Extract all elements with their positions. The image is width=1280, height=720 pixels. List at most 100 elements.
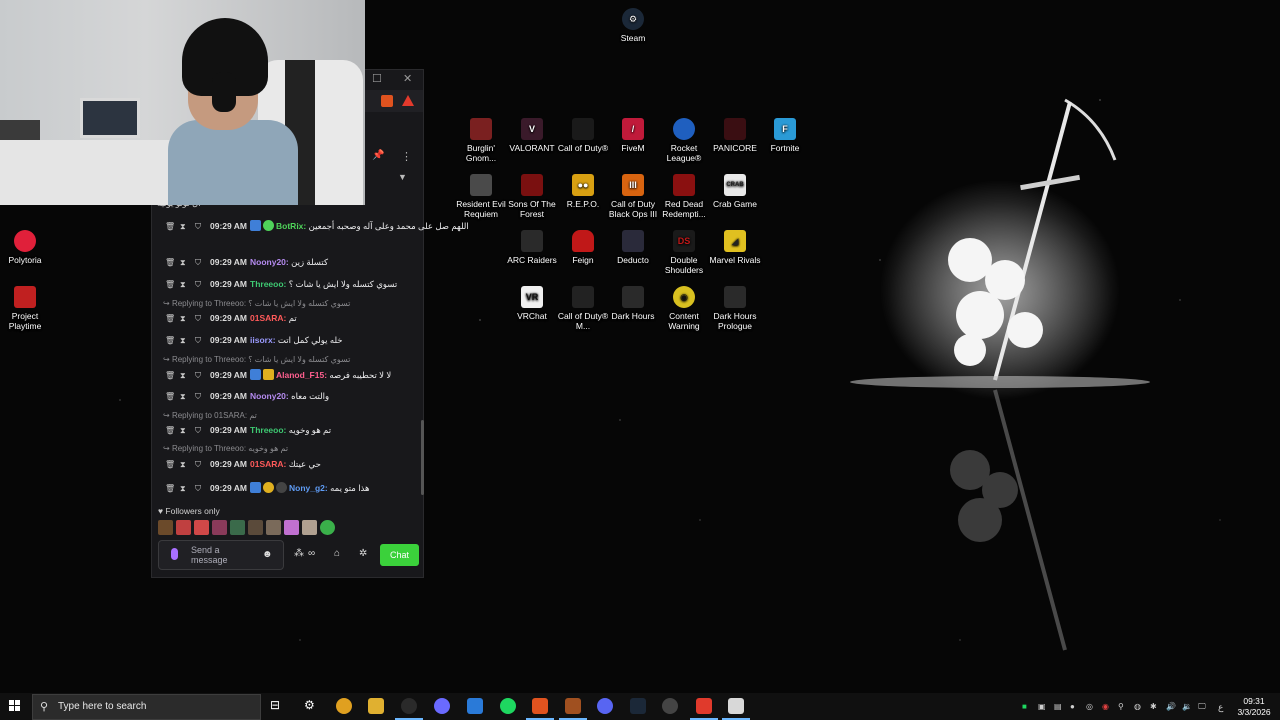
file-explorer-icon[interactable] xyxy=(368,698,384,714)
chat-scrollbar[interactable] xyxy=(421,420,424,495)
steam-taskbar-icon[interactable] xyxy=(630,698,646,714)
microsoft-store-icon[interactable] xyxy=(467,698,483,714)
brave-icon[interactable] xyxy=(381,95,393,107)
brave-rewards-icon[interactable] xyxy=(402,95,414,106)
bits-icon[interactable]: ⁂ xyxy=(294,548,304,559)
desktop-icon-valorant[interactable]: V VALORANT xyxy=(505,118,559,153)
maximize-icon[interactable]: ☐ xyxy=(372,72,382,85)
timeout-icon[interactable]: ⧗ xyxy=(180,335,188,346)
tray-app-icon[interactable]: ▤ xyxy=(1054,702,1062,711)
shield-icon[interactable]: ⛉ xyxy=(195,425,203,436)
timeout-icon[interactable]: ⧗ xyxy=(180,257,188,268)
gear-icon[interactable]: ✲ xyxy=(359,548,367,559)
emote[interactable] xyxy=(230,520,245,535)
desktop-icon-double-shoulders[interactable]: DS Double Shoulders xyxy=(657,230,711,275)
timeout-icon[interactable]: ⧗ xyxy=(180,459,188,470)
delete-icon[interactable]: 🗑 xyxy=(165,221,175,232)
desktop-icon-polytoria[interactable]: Polytoria xyxy=(0,230,52,265)
steam-tray-icon[interactable]: ◍ xyxy=(1134,702,1141,711)
desktop-icon-call-of-duty[interactable]: Call of Duty® xyxy=(556,118,610,153)
tray-app-icon[interactable]: ◉ xyxy=(1102,702,1109,711)
discord-ptb-icon[interactable] xyxy=(434,698,450,714)
window-app-icon[interactable] xyxy=(722,698,750,720)
desktop-icon-panicore[interactable]: PANICORE xyxy=(708,118,762,153)
delete-icon[interactable]: 🗑 xyxy=(165,459,175,470)
desktop-icon-arc-raiders[interactable]: ARC Raiders xyxy=(505,230,559,265)
chevron-down-icon[interactable]: ▼ xyxy=(398,172,407,182)
volume-alt-icon[interactable]: 🔉 xyxy=(1182,702,1192,711)
delete-icon[interactable]: 🗑 xyxy=(165,257,175,268)
desktop-icon-feign[interactable]: Feign xyxy=(556,230,610,265)
chat-input-placeholder[interactable]: Send a message xyxy=(191,545,251,565)
delete-icon[interactable]: 🗑 xyxy=(165,279,175,290)
desktop-icon-burglin-gnomes[interactable]: Burglin' Gnom... xyxy=(454,118,508,163)
windows-start-icon[interactable] xyxy=(9,700,21,712)
desktop-icon-fortnite[interactable]: F Fortnite xyxy=(758,118,812,153)
emote[interactable] xyxy=(176,520,191,535)
emote[interactable] xyxy=(212,520,227,535)
g-hub-icon[interactable] xyxy=(662,698,678,714)
desktop-icon-vrchat[interactable]: VR VRChat xyxy=(505,286,559,321)
desktop-icon-fivem[interactable]: / FiveM xyxy=(606,118,660,153)
desktop-icon-resident-evil[interactable]: Resident Evil Requiem xyxy=(454,174,508,219)
channel-points-icon[interactable]: ∞ xyxy=(308,548,315,559)
desktop-icon-project-playtime[interactable]: Project Playtime xyxy=(0,286,52,331)
more-options-icon[interactable]: ⋮ xyxy=(401,150,412,163)
delete-icon[interactable]: 🗑 xyxy=(165,370,175,381)
shield-icon[interactable]: ⛉ xyxy=(195,483,203,494)
desktop-icon-sons-of-the-forest[interactable]: Sons Of The Forest xyxy=(505,174,559,219)
delete-icon[interactable]: 🗑 xyxy=(165,391,175,402)
desktop-icon-steam[interactable]: ⚙ Steam xyxy=(606,8,660,43)
desktop-icon-crab-game[interactable]: CRAB Crab Game xyxy=(708,174,762,209)
brave-taskbar-icon[interactable] xyxy=(526,698,554,720)
store-icon[interactable]: ⌂ xyxy=(334,548,340,559)
task-view-icon[interactable]: ⊟ xyxy=(270,698,286,714)
timeout-icon[interactable]: ⧗ xyxy=(180,391,188,402)
tray-app-icon[interactable]: ▣ xyxy=(1038,702,1046,711)
desktop-icon-repo[interactable]: ●● R.E.P.O. xyxy=(556,174,610,209)
desktop-icon-cod-mw[interactable]: Call of Duty® M... xyxy=(556,286,610,331)
close-icon[interactable]: ✕ xyxy=(403,72,412,85)
shield-icon[interactable]: ⛉ xyxy=(195,313,203,324)
emoji-icon[interactable]: ☻ xyxy=(262,549,273,560)
shield-icon[interactable]: ⛉ xyxy=(195,335,203,346)
microphone-icon[interactable] xyxy=(171,548,178,560)
input-language-indicator[interactable]: ع xyxy=(1218,702,1223,713)
emote[interactable] xyxy=(194,520,209,535)
chat-send-button[interactable]: Chat xyxy=(380,544,419,566)
timeout-icon[interactable]: ⧗ xyxy=(180,221,188,232)
delete-icon[interactable]: 🗑 xyxy=(165,483,175,494)
system-clock[interactable]: 09:31 3/3/2026 xyxy=(1234,696,1274,718)
delete-icon[interactable]: 🗑 xyxy=(165,313,175,324)
chrome-icon[interactable] xyxy=(336,698,352,714)
timeout-icon[interactable]: ⧗ xyxy=(180,483,188,494)
network-icon[interactable]: 🖵 xyxy=(1198,702,1206,712)
desktop-icon-black-ops-iii[interactable]: III Call of Duty Black Ops III xyxy=(606,174,660,219)
desktop-icon-marvel-rivals[interactable]: ◢ Marvel Rivals xyxy=(708,230,762,265)
bluetooth-tray-icon[interactable]: ✱ xyxy=(1150,702,1157,711)
shield-icon[interactable]: ⛉ xyxy=(195,391,203,402)
desktop-icon-rocket-league[interactable]: Rocket League® xyxy=(657,118,711,163)
microphone-tray-icon[interactable]: ⚲ xyxy=(1118,702,1124,711)
shield-icon[interactable]: ⛉ xyxy=(195,370,203,381)
desktop-icon-deducto[interactable]: Deducto xyxy=(606,230,660,265)
timeout-icon[interactable]: ⧗ xyxy=(180,370,188,381)
timeout-icon[interactable]: ⧗ xyxy=(180,279,188,290)
shield-icon[interactable]: ⛉ xyxy=(195,279,203,290)
tray-app-icon[interactable]: ◎ xyxy=(1086,702,1093,711)
spotify-icon[interactable] xyxy=(500,698,516,714)
shield-icon[interactable]: ⛉ xyxy=(195,221,203,232)
taskbar-search-placeholder[interactable]: Type here to search xyxy=(58,701,146,712)
timeout-icon[interactable]: ⧗ xyxy=(180,425,188,436)
desktop-icon-dark-hours[interactable]: Dark Hours xyxy=(606,286,660,321)
emote[interactable] xyxy=(302,520,317,535)
delete-icon[interactable]: 🗑 xyxy=(165,335,175,346)
obs-icon[interactable] xyxy=(395,698,423,720)
nvidia-tray-icon[interactable]: ■ xyxy=(1022,702,1027,711)
desktop-icon-content-warning[interactable]: ◉ Content Warning xyxy=(657,286,711,331)
desktop-icon-dark-hours-prologue[interactable]: Dark Hours Prologue xyxy=(708,286,762,331)
emote[interactable] xyxy=(320,520,335,535)
volume-icon[interactable]: 🔊 xyxy=(1166,702,1176,711)
taskbar-settings-icon[interactable]: ⚙ xyxy=(304,698,320,714)
delete-icon[interactable]: 🗑 xyxy=(165,425,175,436)
